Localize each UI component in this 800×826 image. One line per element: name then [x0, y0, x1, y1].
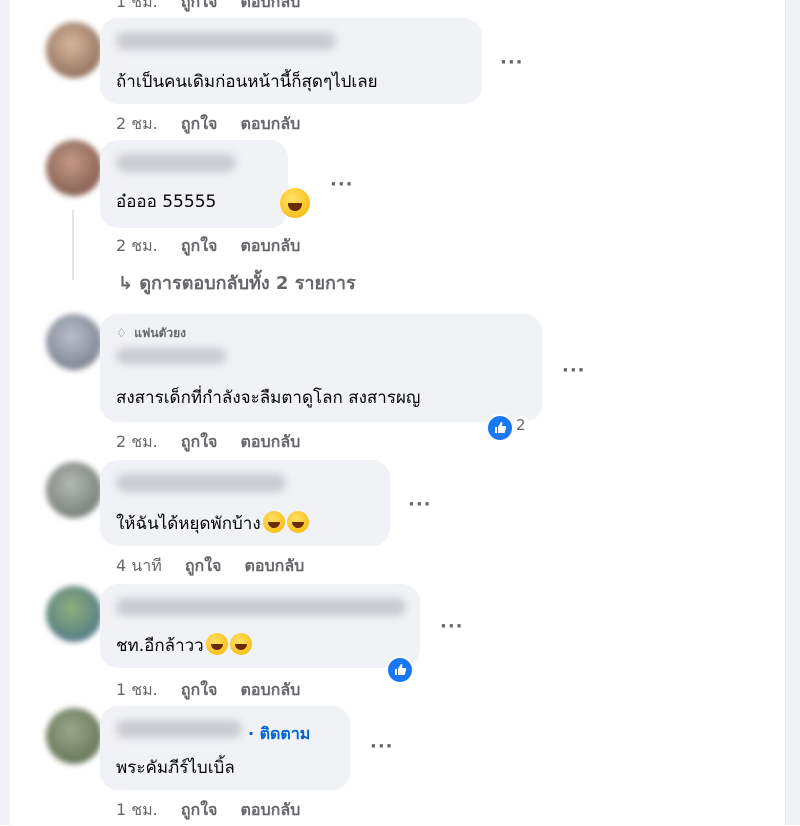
- avatar[interactable]: [46, 140, 102, 196]
- rofl-emoji-icon: [205, 633, 228, 655]
- like-button[interactable]: ถูกใจ: [181, 236, 218, 255]
- avatar[interactable]: [46, 462, 102, 518]
- rofl-emoji-icon: [262, 511, 285, 533]
- comment-actions: 2 ชม. ถูกใจ ตอบกลับ: [116, 112, 318, 137]
- comment-bubble: ♢ แฟนตัวยง สงสารเด็กที่กำลังจะลืมตาดูโลก…: [100, 314, 542, 422]
- avatar[interactable]: [46, 22, 102, 78]
- comment-text: อ๋อออ 55555: [116, 188, 216, 215]
- comment-text: สงสารเด็กที่กำลังจะลืมตาดูโลก สงสารผญ: [116, 388, 421, 408]
- rofl-emoji-icon: [229, 633, 252, 655]
- comment-text: ให้ฉันได้หยุดพักบ้าง: [116, 510, 309, 537]
- comment-actions: 1 ชม. ถูกใจ ตอบกลับ: [116, 0, 318, 15]
- avatar[interactable]: [46, 708, 102, 764]
- comment-bubble: ถ้าเป็นคนเดิมก่อนหน้านี้ก็สุดๆไปเลย: [100, 18, 482, 104]
- reply-button[interactable]: ตอบกลับ: [241, 114, 301, 133]
- comment-text-content: อ๋อออ 55555: [116, 192, 217, 212]
- comment: ถ้าเป็นคนเดิมก่อนหน้านี้ก็สุดๆไปเลย ··· …: [0, 18, 780, 133]
- grinning-emoji-icon: [280, 188, 310, 218]
- scrollbar-track[interactable]: [785, 0, 800, 825]
- top-fan-badge: ♢ แฟนตัวยง: [116, 324, 186, 343]
- like-button[interactable]: ถูกใจ: [181, 0, 218, 11]
- avatar[interactable]: [46, 314, 102, 370]
- author-name[interactable]: [116, 32, 336, 50]
- more-options-icon[interactable]: ···: [408, 494, 432, 515]
- author-name[interactable]: [116, 598, 406, 616]
- comment-actions: 4 นาที ถูกใจ ตอบกลับ: [116, 554, 322, 579]
- comment-actions: 1 ชม. ถูกใจ ตอบกลับ: [116, 798, 318, 823]
- like-reaction-icon[interactable]: [486, 414, 514, 442]
- comment-text: ชท.อีกล้าวว: [116, 632, 252, 659]
- more-options-icon[interactable]: ···: [370, 736, 394, 757]
- view-replies-link[interactable]: ↳ ดูการตอบกลับทั้ง 2 รายการ: [118, 268, 356, 297]
- like-button[interactable]: ถูกใจ: [181, 800, 218, 819]
- reply-button[interactable]: ตอบกลับ: [241, 236, 301, 255]
- comment-text-content: ชท.อีกล้าวว: [116, 636, 204, 656]
- comment-time[interactable]: 1 ชม.: [116, 800, 158, 819]
- comment-bubble: ให้ฉันได้หยุดพักบ้าง: [100, 460, 390, 546]
- comment-time[interactable]: 2 ชม.: [116, 236, 158, 255]
- comment: · ติดตาม พระคัมภีร์ไบเบิ้ล ··· 1 ชม. ถูก…: [0, 706, 780, 826]
- comment-bubble: อ๋อออ 55555: [100, 140, 288, 228]
- comment-actions: 2 ชม. ถูกใจ ตอบกลับ: [116, 234, 318, 259]
- author-name[interactable]: [116, 720, 242, 738]
- like-button[interactable]: ถูกใจ: [181, 680, 218, 699]
- comment-text: พระคัมภีร์ไบเบิ้ล: [116, 758, 235, 778]
- comment-bubble: · ติดตาม พระคัมภีร์ไบเบิ้ล: [100, 706, 350, 790]
- comment: ให้ฉันได้หยุดพักบ้าง ··· 4 นาที ถูกใจ ตอ…: [0, 460, 780, 580]
- author-name[interactable]: [116, 154, 236, 172]
- comment-time[interactable]: 2 ชม.: [116, 114, 158, 133]
- comment-time[interactable]: 1 ชม.: [116, 680, 158, 699]
- rofl-emoji-icon: [286, 511, 309, 533]
- reply-button[interactable]: ตอบกลับ: [241, 0, 301, 11]
- reply-button[interactable]: ตอบกลับ: [241, 800, 301, 819]
- follow-link[interactable]: · ติดตาม: [248, 722, 310, 747]
- comment: อ๋อออ 55555 ··· 2 ชม. ถูกใจ ตอบกลับ: [0, 140, 780, 260]
- reply-button[interactable]: ตอบกลับ: [241, 432, 301, 451]
- more-options-icon[interactable]: ···: [562, 360, 586, 381]
- like-button[interactable]: ถูกใจ: [185, 556, 222, 575]
- like-button[interactable]: ถูกใจ: [181, 114, 218, 133]
- comment-actions: 1 ชม. ถูกใจ ตอบกลับ: [116, 678, 318, 703]
- like-reaction-icon[interactable]: [386, 656, 414, 684]
- reply-button[interactable]: ตอบกลับ: [241, 680, 301, 699]
- more-options-icon[interactable]: ···: [330, 174, 354, 195]
- diamond-icon: ♢: [116, 326, 127, 340]
- comment-time[interactable]: 4 นาที: [116, 556, 162, 575]
- like-button[interactable]: ถูกใจ: [181, 432, 218, 451]
- comment-actions: 2 ชม. ถูกใจ ตอบกลับ: [116, 430, 318, 455]
- more-options-icon[interactable]: ···: [500, 52, 524, 73]
- reaction-count[interactable]: 2: [514, 416, 530, 434]
- comment-text: ถ้าเป็นคนเดิมก่อนหน้านี้ก็สุดๆไปเลย: [116, 72, 378, 92]
- more-options-icon[interactable]: ···: [440, 616, 464, 637]
- comment: ชท.อีกล้าวว ··· 1 ชม. ถูกใจ ตอบกลับ: [0, 584, 780, 704]
- comment-bubble: ชท.อีกล้าวว: [100, 584, 420, 668]
- comment-time[interactable]: 2 ชม.: [116, 432, 158, 451]
- comment: ♢ แฟนตัวยง สงสารเด็กที่กำลังจะลืมตาดูโลก…: [0, 314, 780, 454]
- author-name[interactable]: [116, 474, 286, 492]
- badge-label: แฟนตัวยง: [134, 326, 187, 340]
- comment-time[interactable]: 1 ชม.: [116, 0, 158, 11]
- comment-text-content: ให้ฉันได้หยุดพักบ้าง: [116, 514, 261, 534]
- author-name[interactable]: [116, 348, 226, 364]
- reply-button[interactable]: ตอบกลับ: [244, 556, 304, 575]
- avatar[interactable]: [46, 586, 102, 642]
